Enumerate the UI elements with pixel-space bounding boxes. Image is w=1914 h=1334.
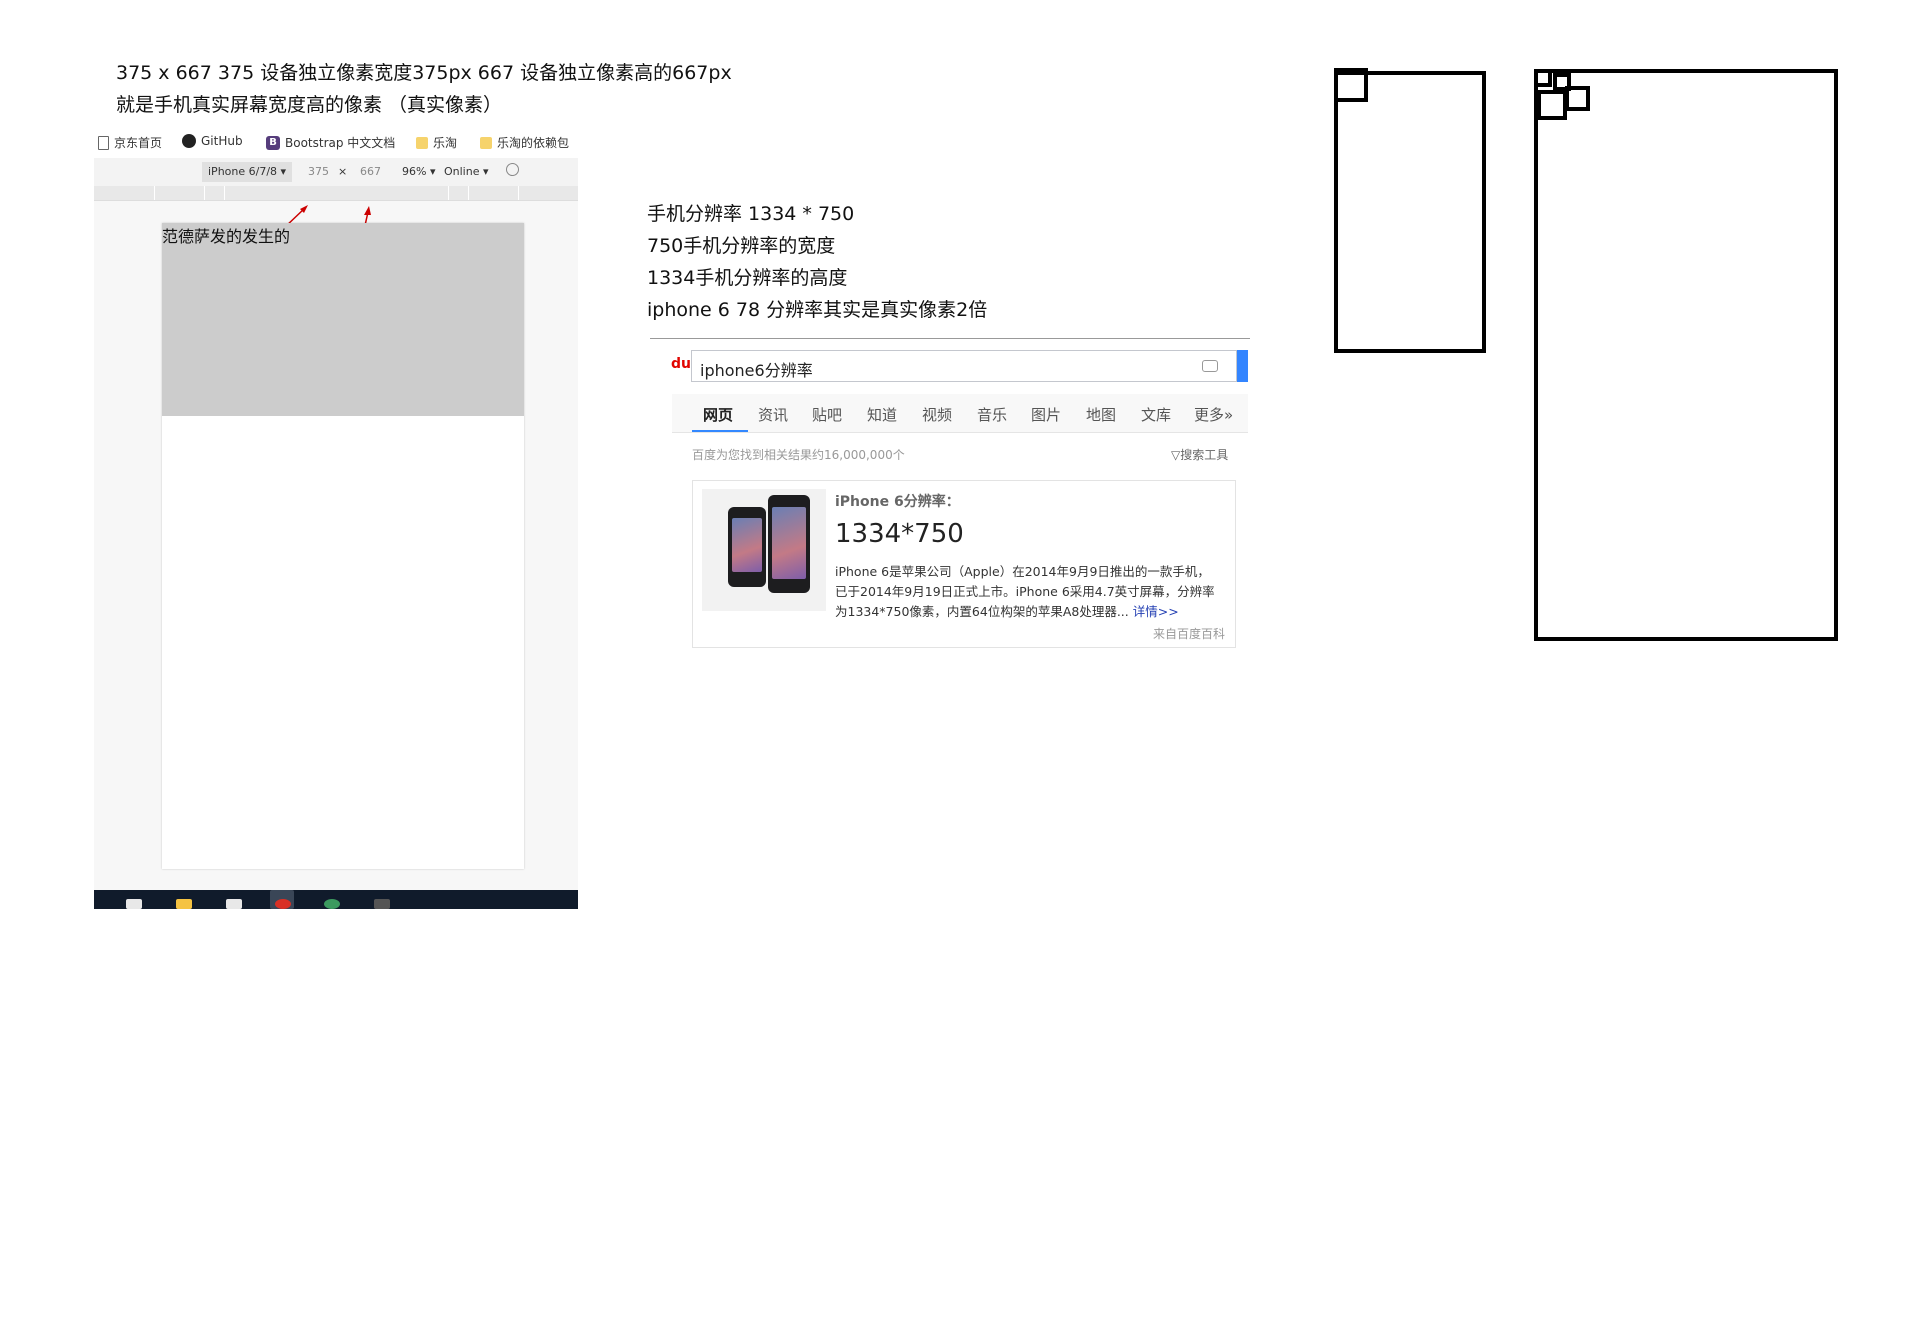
bookmark-label: 乐淘的依赖包	[497, 136, 570, 150]
tab-images[interactable]: 图片	[1031, 404, 1061, 425]
bookmark-label: GitHub	[201, 134, 243, 148]
search-tabs: 网页 资讯 贴吧 知道 视频 音乐 图片 地图 文库 更多»	[672, 394, 1248, 433]
zoom-select[interactable]: 96% ▾	[402, 165, 435, 178]
github-icon	[182, 134, 196, 148]
result-count: 百度为您找到相关结果约16,000,000个	[692, 448, 905, 462]
single-pixel-square	[1334, 68, 1368, 102]
tab-zhidao[interactable]: 知道	[867, 404, 897, 425]
baidu-logo: du	[671, 356, 691, 372]
card-desc-line-1: iPhone 6是苹果公司（Apple）在2014年9月9日推出的一款手机，	[835, 564, 1210, 579]
device-toolbar: iPhone 6/7/8 ▾ 375 × 667 96% ▾ Online ▾	[94, 158, 578, 187]
answer-card: iPhone 6分辨率： 1334*750 iPhone 6是苹果公司（Appl…	[692, 480, 1236, 648]
search-button[interactable]	[1237, 350, 1248, 382]
bookmark-letao-deps[interactable]: 乐淘的依赖包	[480, 134, 569, 151]
retina-pixel-square	[1565, 86, 1590, 111]
folder-icon	[480, 136, 492, 149]
mid-note-2: 750手机分辨率的宽度	[647, 235, 836, 257]
baidu-search-screenshot: du iphone6分辨率 网页 资讯 贴吧 知道 视频 音乐 图片 地图 文库…	[650, 338, 1250, 658]
page-icon	[98, 135, 109, 150]
tab-map[interactable]: 地图	[1086, 404, 1116, 425]
camera-icon[interactable]	[1202, 360, 1218, 372]
gray-block: 范德萨发的发生的	[162, 223, 524, 416]
taskbar-app-icon[interactable]	[324, 899, 340, 909]
phone-front-icon	[728, 507, 766, 587]
tab-more[interactable]: 更多»	[1194, 404, 1233, 425]
phone-large-icon	[768, 495, 810, 593]
note-line-1: 375 x 667 375 设备独立像素宽度375px 667 设备独立像素高的…	[116, 62, 732, 84]
tab-video[interactable]: 视频	[922, 404, 952, 425]
windows-taskbar	[94, 890, 578, 909]
mid-note-1: 手机分辨率 1334 * 750	[647, 203, 855, 225]
active-tab-underline	[692, 430, 748, 432]
retina-pixel-square	[1537, 90, 1567, 120]
tab-wenku[interactable]: 文库	[1141, 404, 1171, 425]
height-input[interactable]: 667	[360, 165, 381, 178]
taskbar-app-icon[interactable]	[126, 899, 142, 909]
bookmark-jd[interactable]: 京东首页	[98, 134, 162, 151]
card-source[interactable]: 来自百度百科	[1153, 625, 1225, 642]
device-viewport: 范德萨发的发生的	[162, 223, 524, 869]
folder-icon	[416, 136, 428, 149]
rotate-icon[interactable]	[506, 163, 519, 176]
network-select[interactable]: Online ▾	[444, 165, 489, 178]
device-select[interactable]: iPhone 6/7/8 ▾	[202, 162, 293, 182]
bookmark-letao[interactable]: 乐淘	[416, 134, 457, 151]
mid-note-4: iphone 6 78 分辨率其实是真实像素2倍	[647, 299, 988, 321]
page-text: 范德萨发的发生的	[162, 227, 291, 246]
card-desc-line-2: 已于2014年9月19日正式上市。iPhone 6采用4.7英寸屏幕，分辨率	[835, 584, 1215, 599]
search-query: iphone6分辨率	[700, 361, 813, 380]
bookmark-bootstrap[interactable]: B Bootstrap 中文文档	[266, 134, 395, 151]
width-input[interactable]: 375	[308, 165, 329, 178]
tab-news[interactable]: 资讯	[758, 404, 788, 425]
card-desc-line-3: 为1334*750像素，内置64位构架的苹果A8处理器... 详情>>	[835, 601, 1179, 620]
card-desc-text: 为1334*750像素，内置64位构架的苹果A8处理器...	[835, 604, 1129, 619]
arrow-height-head	[364, 206, 371, 215]
note-line-2: 就是手机真实屏幕宽度高的像素 （真实像素）	[116, 94, 503, 116]
divider	[650, 338, 1250, 339]
device-screen-outline	[1334, 71, 1486, 353]
iphone-image[interactable]	[702, 489, 826, 611]
bookmark-label: 乐淘	[433, 136, 458, 150]
times-label: ×	[338, 165, 348, 178]
terminal-icon[interactable]	[374, 899, 390, 909]
folder-icon[interactable]	[176, 899, 192, 909]
bookmarks-bar: 京东首页 GitHub B Bootstrap 中文文档 乐淘 乐淘的依赖包	[94, 124, 578, 159]
tab-web[interactable]: 网页	[703, 404, 733, 425]
bookmark-github[interactable]: GitHub	[182, 134, 243, 148]
bootstrap-icon: B	[266, 135, 280, 150]
tab-tieba[interactable]: 贴吧	[812, 404, 842, 425]
mid-note-3: 1334手机分辨率的高度	[647, 267, 848, 289]
bookmark-label: 京东首页	[114, 136, 163, 150]
details-link[interactable]: 详情>>	[1133, 604, 1179, 619]
devtools-screenshot: 京东首页 GitHub B Bootstrap 中文文档 乐淘 乐淘的依赖包 i…	[94, 124, 578, 909]
chrome-icon[interactable]	[275, 899, 291, 909]
card-value: 1334*750	[835, 519, 964, 549]
search-tools[interactable]: ▽搜索工具	[1171, 446, 1228, 463]
bookmark-label: Bootstrap 中文文档	[285, 136, 396, 150]
taskbar-app-icon[interactable]	[226, 899, 242, 909]
search-input[interactable]: iphone6分辨率	[691, 350, 1237, 382]
card-title: iPhone 6分辨率：	[835, 494, 960, 510]
retina-pixel-square	[1534, 69, 1552, 87]
tab-music[interactable]: 音乐	[977, 404, 1007, 425]
retina-screen-outline	[1534, 69, 1838, 641]
